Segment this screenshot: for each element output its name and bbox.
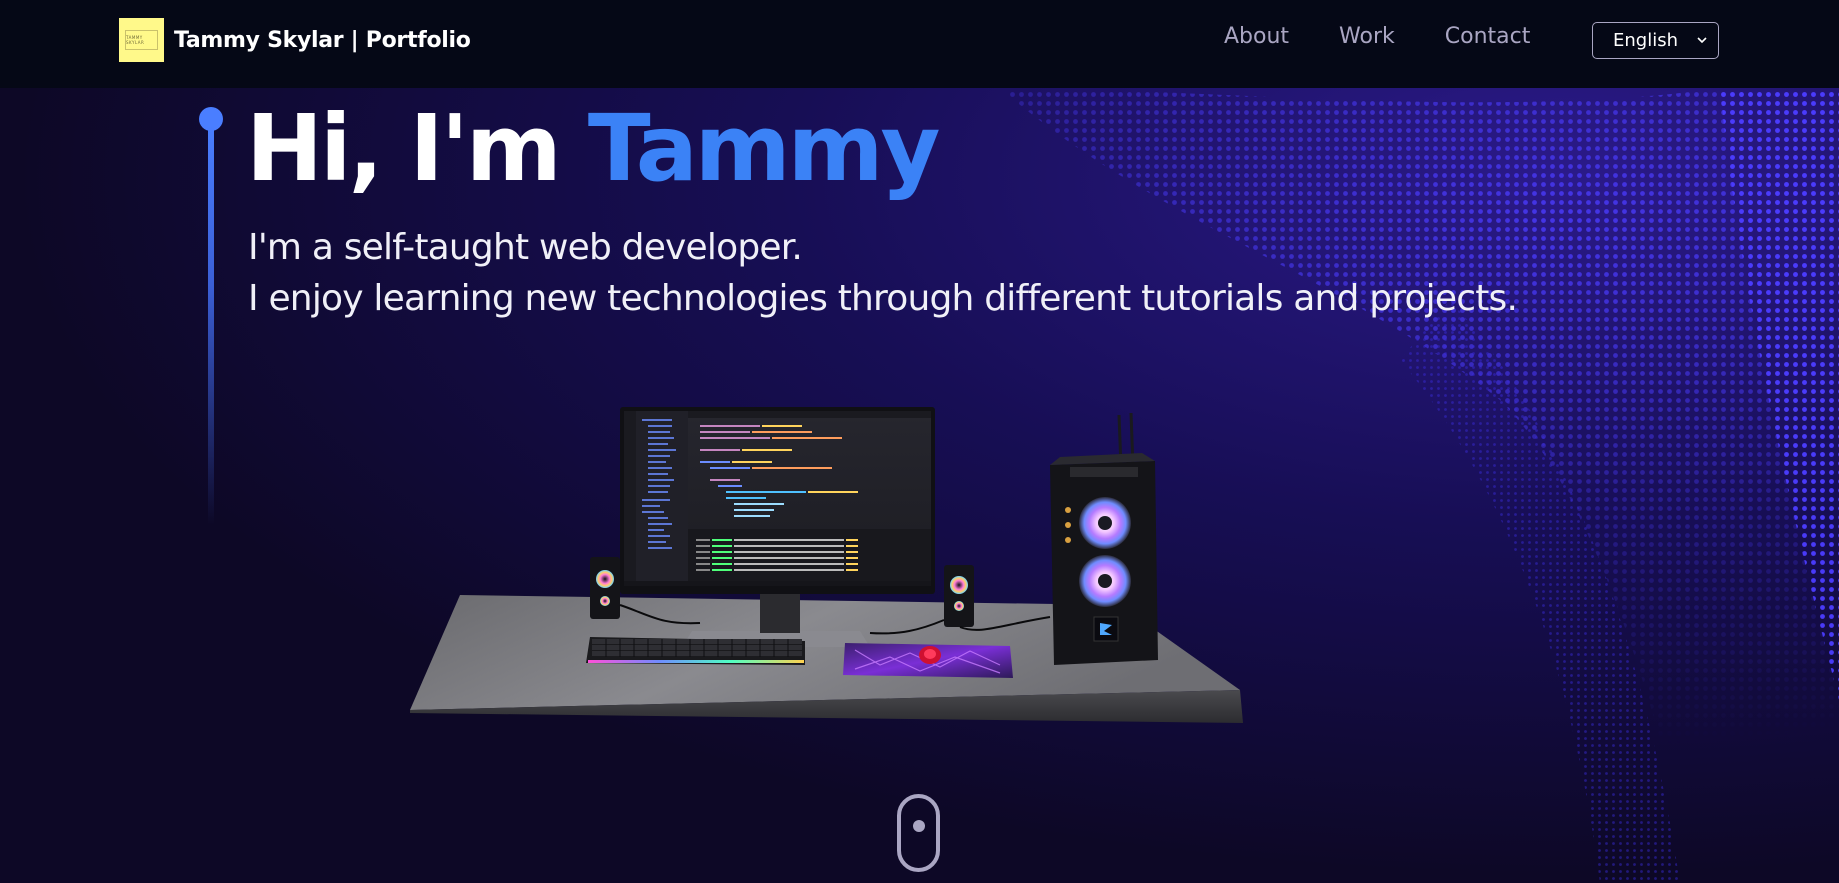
hero-subtitle-line-1: I'm a self-taught web developer. [248, 227, 803, 268]
mouse-scroll-icon[interactable] [897, 794, 940, 872]
editor-activity-bar [624, 411, 636, 581]
editor-status-bar [624, 581, 931, 586]
keyboard-keys [592, 639, 802, 656]
nav-link-contact[interactable]: Contact [1445, 24, 1531, 49]
editor-explorer [636, 411, 688, 581]
speaker-left-woofer [596, 570, 614, 588]
nav-links: About Work Contact [1224, 24, 1530, 49]
brand-home-link[interactable]: TAMMY SKYLAR Tammy Skylar | Portfolio [119, 18, 471, 62]
hero-greeting: Hi, I'm [246, 95, 588, 202]
speaker-left-tweeter [600, 596, 610, 606]
portfolio-page: TAMMY SKYLAR Tammy Skylar | Portfolio Ab… [0, 0, 1839, 883]
mouse-glow [924, 649, 936, 659]
speaker-right [944, 565, 974, 627]
pc-top-vent [1070, 467, 1138, 477]
brand-title: Tammy Skylar | Portfolio [174, 28, 471, 53]
nav-link-about[interactable]: About [1224, 24, 1289, 49]
brand-separator: | [343, 27, 366, 53]
scroll-indicator-dot [913, 820, 925, 832]
hero-name: Tammy [587, 95, 941, 202]
nav-link-work[interactable]: Work [1339, 24, 1395, 49]
pc-fan-top-hub [1098, 516, 1112, 530]
chevron-down-icon [1697, 37, 1707, 44]
language-select[interactable]: English [1592, 22, 1719, 59]
brand-logo: TAMMY SKYLAR [119, 18, 164, 62]
logo-frame: TAMMY SKYLAR [125, 30, 158, 50]
hero-subtitle: I'm a self-taught web developer. I enjoy… [248, 222, 1518, 324]
hero-subtitle-line-2: I enjoy learning new technologies throug… [248, 278, 1518, 319]
pc-io-light-3 [1065, 537, 1071, 543]
pc-io-light-2 [1065, 522, 1071, 528]
language-selected-value: English [1613, 30, 1678, 51]
brand-name: Tammy Skylar [174, 27, 344, 53]
logo-text: TAMMY SKYLAR [126, 35, 145, 45]
keyboard-rgb-strip [588, 660, 804, 663]
navbar: TAMMY SKYLAR Tammy Skylar | Portfolio Ab… [0, 0, 1839, 88]
brand-suffix: Portfolio [365, 27, 471, 53]
pc-io-light-1 [1065, 507, 1071, 513]
speaker-right-tweeter [954, 601, 964, 611]
pc-fan-bottom-hub [1098, 574, 1112, 588]
hero-title: Hi, I'm Tammy [246, 95, 941, 202]
desk-setup-3d-model[interactable] [400, 395, 1260, 735]
monitor-stand-neck [760, 591, 800, 633]
timeline-line [208, 125, 214, 525]
editor-terminal [688, 529, 931, 581]
editor-tab-bar [688, 411, 931, 418]
speaker-right-woofer [950, 576, 968, 594]
